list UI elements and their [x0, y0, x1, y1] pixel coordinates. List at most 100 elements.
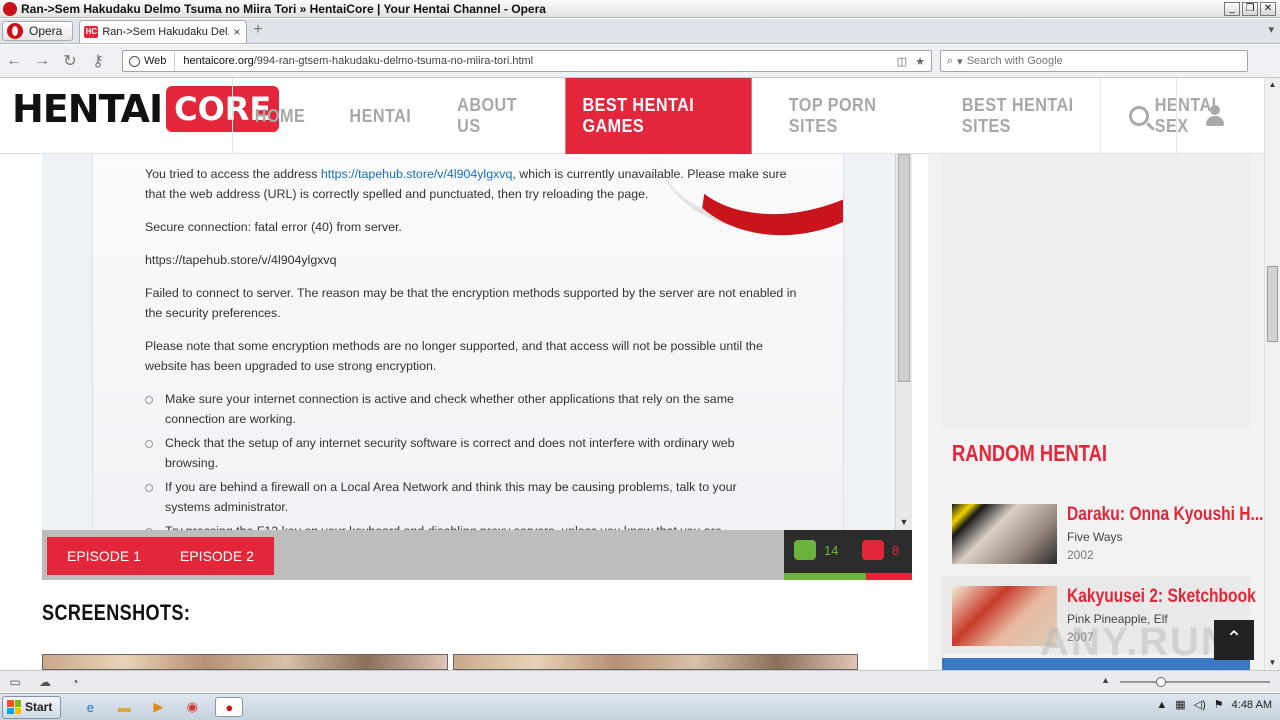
page-gutter: [0, 154, 12, 670]
error-paragraph-2: Secure connection: fatal error (40) from…: [145, 220, 402, 234]
nav-about-us[interactable]: ABOUT US: [440, 78, 550, 154]
item-title[interactable]: Kakyuusei 2: Sketchbook: [1067, 586, 1256, 608]
screenshot-strip-1[interactable]: [42, 654, 448, 670]
tray-expand-icon[interactable]: ▲: [1156, 699, 1167, 711]
start-button[interactable]: Start: [2, 695, 62, 719]
site-favicon-icon: HC: [84, 26, 99, 38]
panel-toggle-icon[interactable]: ▭: [0, 675, 30, 689]
tab-list-chevron-icon[interactable]: ▾: [1268, 23, 1274, 36]
nav-best-hentai-games[interactable]: BEST HENTAI GAMES: [565, 78, 753, 154]
tab-close-icon[interactable]: ×: [233, 25, 240, 39]
forward-arrow-icon[interactable]: →: [28, 52, 56, 70]
page-scrollbar-thumb[interactable]: [1267, 266, 1278, 342]
webpage: HENTAI CORE HOME HENTAI ABOUT US BEST HE…: [0, 78, 1264, 670]
search-icon: ⌕: [947, 54, 954, 67]
zoom-up-arrow-icon[interactable]: ▲: [1101, 675, 1110, 685]
thumbnail-image[interactable]: [952, 504, 1057, 564]
error-paragraph-4: Failed to connect to server. The reason …: [145, 286, 797, 320]
opera-menu-button[interactable]: Opera: [2, 21, 74, 41]
dislike-count: 8: [892, 542, 900, 558]
url-field[interactable]: Web hentaicore.org/994-ran-gtsem-hakudak…: [122, 50, 932, 72]
media-player-icon[interactable]: ▶: [147, 697, 169, 717]
nav-top-porn-sites[interactable]: TOP PORN SITES: [771, 78, 926, 154]
address-toolbar: ← → ↻ ⚷ Web hentaicore.org/994-ran-gtsem…: [0, 45, 1280, 78]
opera-logo-icon: [7, 23, 23, 39]
windows-taskbar: Start e ▬ ▶ ◉ ● ▲ ▦ ◁) ⚑ 4:48 AM: [0, 693, 1280, 720]
screenshots-heading: SCREENSHOTS:: [42, 600, 191, 625]
minimize-button[interactable]: _: [1224, 1, 1240, 16]
random-hentai-heading: RANDOM HENTAI: [952, 440, 1108, 466]
zoom-slider[interactable]: [1120, 677, 1270, 687]
scroll-to-top-button[interactable]: ⌃: [1214, 620, 1254, 660]
header-search-button[interactable]: [1100, 78, 1176, 154]
windows-logo-icon: [7, 700, 21, 714]
url-path: /994-ran-gtsem-hakudaku-delmo-tsuma-no-m…: [253, 55, 534, 67]
header-user-button[interactable]: [1176, 78, 1252, 154]
restore-button[interactable]: ❐: [1242, 1, 1258, 16]
search-input[interactable]: [966, 55, 1247, 67]
new-tab-button[interactable]: +: [253, 21, 262, 39]
internet-explorer-icon[interactable]: e: [79, 697, 101, 717]
chrome-icon[interactable]: ◉: [181, 697, 203, 717]
anyrun-watermark: ANY.RUN: [1040, 620, 1232, 664]
like-button[interactable]: 14: [794, 540, 838, 560]
like-ratio-bar: [784, 573, 866, 580]
rss-icon[interactable]: ◫: [897, 55, 907, 68]
list-item: Make sure your internet connection is ac…: [145, 389, 777, 429]
screenshot-strip-2[interactable]: [453, 654, 858, 670]
item-title[interactable]: Daraku: Onna Kyoushi H...: [1067, 504, 1264, 526]
error-page: You tried to access the address https://…: [92, 154, 844, 530]
globe-icon: [129, 55, 140, 67]
web-badge[interactable]: Web: [123, 51, 176, 71]
error-tips-list: Make sure your internet connection is ac…: [145, 389, 777, 530]
search-engine-chevron-icon[interactable]: ▾: [957, 55, 963, 68]
tab-active[interactable]: HC Ran->Sem Hakudaku Del... ×: [79, 20, 248, 43]
bookmark-star-icon[interactable]: ★: [915, 55, 925, 68]
error-paragraph-1: You tried to access the address https://…: [145, 164, 797, 204]
window-title: Ran->Sem Hakudaku Delmo Tsuma no Miira T…: [21, 1, 546, 16]
page-scrollbar[interactable]: ▲ ▼: [1264, 78, 1280, 670]
error-url-link[interactable]: https://tapehub.store/v/4l904ylgxvq: [321, 167, 513, 181]
logo-text-hentai: HENTAI: [12, 87, 163, 131]
scroll-down-arrow-icon[interactable]: ▼: [1265, 656, 1280, 670]
search-box[interactable]: ⌕ ▾: [940, 50, 1248, 72]
zoom-knob[interactable]: [1156, 677, 1166, 687]
episode-2-button[interactable]: EPISODE 2: [160, 537, 274, 575]
scroll-up-arrow-icon[interactable]: ▲: [1265, 78, 1280, 92]
list-item[interactable]: Daraku: Onna Kyoushi H... Five Ways 2002: [942, 494, 1264, 572]
url-text[interactable]: hentaicore.org/994-ran-gtsem-hakudaku-de…: [175, 55, 896, 67]
tab-bar: Opera HC Ran->Sem Hakudaku Del... × + ▾: [0, 19, 1280, 44]
list-item: Try pressing the F12 key on your keyboar…: [145, 521, 777, 530]
close-window-button[interactable]: ✕: [1260, 1, 1276, 16]
episode-1-button[interactable]: EPISODE 1: [47, 537, 161, 575]
opera-logo-icon: [3, 1, 17, 16]
user-icon: [1205, 105, 1224, 127]
main-content: You tried to access the address https://…: [12, 154, 928, 670]
url-domain: hentaicore.org: [183, 55, 254, 67]
clock[interactable]: 4:48 AM: [1232, 699, 1272, 711]
like-count: 14: [824, 542, 839, 558]
start-label: Start: [25, 700, 53, 714]
player-scrollbar-thumb[interactable]: [898, 154, 910, 382]
cloud-icon[interactable]: ☁: [30, 675, 60, 689]
key-icon[interactable]: ⚷: [84, 51, 112, 71]
nav-hentai[interactable]: HENTAI: [332, 78, 428, 154]
ad-slot: [942, 154, 1250, 428]
video-player-frame[interactable]: You tried to access the address https://…: [42, 154, 912, 530]
reload-icon[interactable]: ↻: [56, 51, 84, 71]
nav-home[interactable]: HOME: [238, 78, 323, 154]
item-studio: Five Ways: [1067, 530, 1123, 544]
action-center-flag-icon[interactable]: ⚑: [1214, 698, 1224, 711]
opera-taskbar-icon[interactable]: ●: [215, 697, 244, 717]
speed-dial-icon[interactable]: ◔: [60, 675, 90, 689]
browser-statusbar: ▭ ☁ ◔ ▲: [0, 670, 1280, 692]
nav-best-hentai-sites[interactable]: BEST HENTAI SITES: [945, 78, 1121, 154]
scroll-down-arrow-icon[interactable]: ▼: [896, 514, 912, 530]
back-arrow-icon[interactable]: ←: [0, 52, 28, 70]
player-scrollbar[interactable]: ▼: [895, 154, 912, 530]
dislike-button[interactable]: 8: [862, 540, 899, 560]
volume-icon[interactable]: ◁): [1194, 698, 1206, 711]
network-icon[interactable]: ▦: [1175, 698, 1185, 711]
thumbs-down-icon: [862, 540, 884, 560]
file-explorer-icon[interactable]: ▬: [113, 697, 135, 717]
